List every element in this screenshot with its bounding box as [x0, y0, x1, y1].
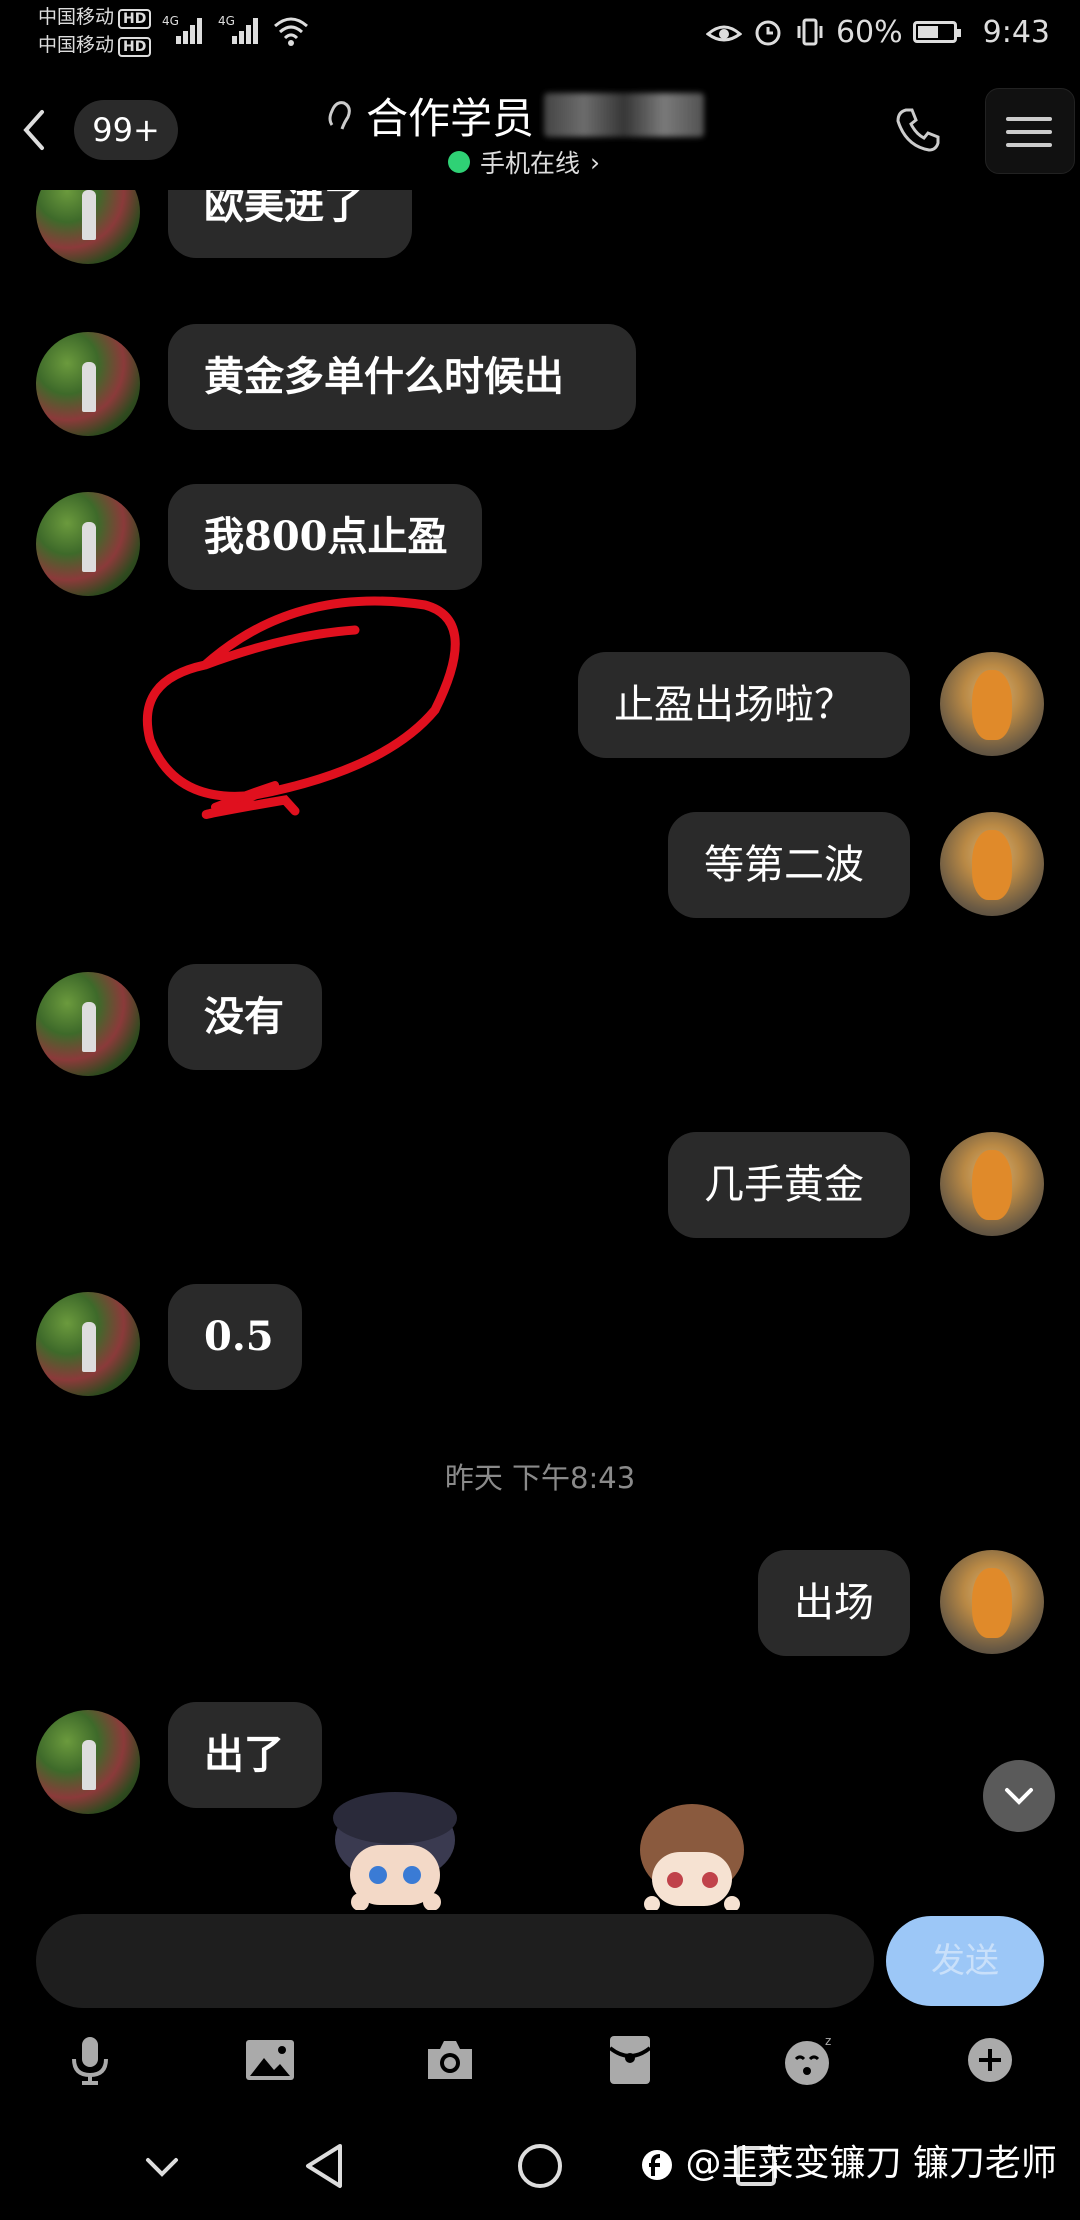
- clock: 9:43: [982, 14, 1050, 50]
- user-avatar[interactable]: [940, 812, 1044, 916]
- user-avatar[interactable]: [940, 1550, 1044, 1654]
- user-avatar[interactable]: [940, 1132, 1044, 1236]
- chevron-down-icon: [1005, 1788, 1033, 1805]
- battery-icon: [912, 21, 961, 43]
- chat-title: 合作学员: [366, 93, 535, 143]
- plus-icon[interactable]: [950, 2020, 1030, 2100]
- home-circle-icon[interactable]: [500, 2126, 580, 2206]
- image-icon[interactable]: [230, 2020, 310, 2100]
- contact-avatar[interactable]: [36, 1292, 140, 1396]
- eye-icon: [705, 25, 742, 42]
- chat-header: 99+ 合作学员 手机在线 ›: [0, 70, 1080, 190]
- vibrate-icon: [797, 18, 823, 46]
- input-toolbar: z: [0, 2020, 1080, 2100]
- message-bubble[interactable]: 没有: [168, 964, 322, 1070]
- battery-percent: 60%: [835, 14, 903, 50]
- system-nav-bar: @韭菜变镰刀 镰刀老师: [0, 2110, 1080, 2220]
- earpiece-icon: [328, 101, 351, 130]
- message-bubble[interactable]: 出了: [168, 1702, 322, 1808]
- scroll-to-bottom-button[interactable]: [983, 1760, 1055, 1832]
- message-list[interactable]: 欧美进了 黄金多单什么时候出 我800点止盈 止盈出场啦？ 等第二波 没有 几手…: [0, 190, 1080, 1910]
- chevron-down-icon[interactable]: [122, 2126, 202, 2206]
- contact-avatar[interactable]: [36, 332, 140, 436]
- back-arrow-icon[interactable]: [14, 100, 54, 160]
- message-bubble[interactable]: 几手黄金: [668, 1132, 910, 1238]
- send-button[interactable]: 发送: [886, 1916, 1044, 2006]
- input-row: 发送: [0, 1910, 1080, 2010]
- message-input[interactable]: [36, 1914, 874, 2008]
- carrier-2: 中国移动 HD: [38, 34, 152, 57]
- red-circle-annotation: [142, 596, 460, 819]
- contact-avatar[interactable]: [36, 1710, 140, 1814]
- sticker-icon[interactable]: z: [770, 2020, 850, 2100]
- phone-icon[interactable]: [892, 104, 944, 156]
- chevron-right-icon: ›: [590, 147, 601, 177]
- wifi-icon: [274, 17, 308, 46]
- message-bubble[interactable]: 等第二波: [668, 812, 910, 918]
- message-bubble[interactable]: 欧美进了: [168, 190, 412, 258]
- logo-icon: [642, 2150, 672, 2180]
- contact-avatar[interactable]: [36, 190, 140, 264]
- message-bubble[interactable]: 我800点止盈: [168, 484, 482, 590]
- blurred-name: [544, 93, 705, 137]
- status-bar: 中国移动 HD 中国移动 HD 4G 4G 60% 9:43: [38, 6, 1050, 57]
- red-packet-icon[interactable]: [590, 2020, 670, 2100]
- camera-icon[interactable]: [410, 2020, 490, 2100]
- online-label: 手机在线: [480, 149, 581, 178]
- unread-badge[interactable]: 99+: [74, 100, 178, 160]
- message-bubble[interactable]: 出场: [758, 1550, 910, 1656]
- chat-title-group[interactable]: 合作学员: [322, 90, 705, 143]
- alarm-icon: [755, 20, 781, 46]
- microphone-icon[interactable]: [50, 2020, 130, 2100]
- online-status[interactable]: 手机在线 ›: [448, 144, 600, 180]
- contact-avatar[interactable]: [36, 492, 140, 596]
- watermark-text: @韭菜变镰刀 镰刀老师: [685, 2143, 1057, 2184]
- peeking-characters-sticker: [333, 1792, 744, 1910]
- message-timestamp: 昨天 下午8:43: [444, 1461, 636, 1495]
- user-avatar[interactable]: [940, 652, 1044, 756]
- message-bubble[interactable]: 止盈出场啦？: [578, 652, 910, 758]
- watermark: @韭菜变镰刀 镰刀老师: [640, 2134, 1057, 2186]
- online-dot-icon: [448, 151, 470, 173]
- message-bubble[interactable]: 0.5: [168, 1284, 302, 1390]
- carrier-1: 中国移动 HD: [38, 6, 152, 29]
- contact-avatar[interactable]: [36, 972, 140, 1076]
- back-triangle-icon[interactable]: [284, 2126, 364, 2206]
- svg-text:z: z: [825, 2034, 831, 2048]
- menu-button[interactable]: [985, 88, 1075, 174]
- message-bubble[interactable]: 黄金多单什么时候出: [168, 324, 636, 430]
